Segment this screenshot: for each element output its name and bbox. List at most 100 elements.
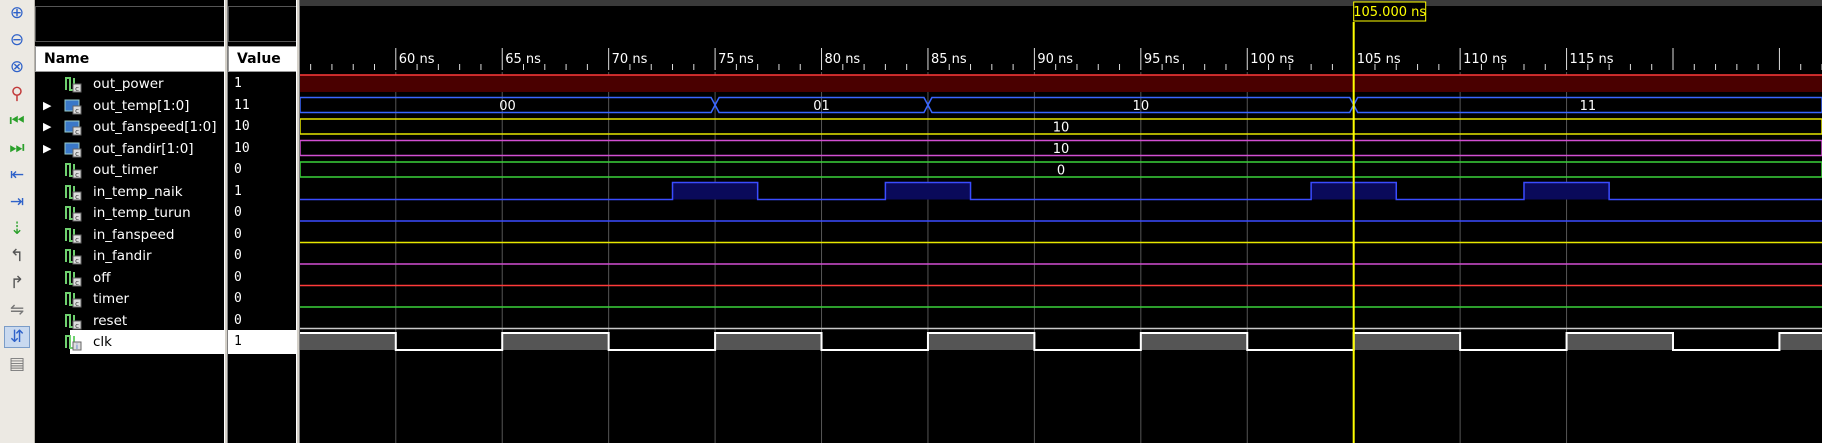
go-to-end-button[interactable]: ⏭ xyxy=(4,137,30,159)
bit-signal-icon: c xyxy=(63,269,83,287)
signal-row-out-temp[interactable]: ▶ c out_temp[1:0] xyxy=(35,94,226,118)
svg-text:c: c xyxy=(75,193,79,201)
signal-name-label: timer xyxy=(93,291,130,307)
tick-label: 85 ns xyxy=(931,52,967,67)
svg-text:c: c xyxy=(75,214,79,222)
tick-label: 90 ns xyxy=(1037,52,1073,67)
tick-label: 100 ns xyxy=(1250,52,1294,67)
add-marker-button[interactable]: ⇣ xyxy=(4,218,30,240)
swap-cursors-icon: ⇋ xyxy=(9,300,25,320)
previous-marker-icon: ↰ xyxy=(9,246,25,266)
expand-arrow-icon[interactable]: ▶ xyxy=(43,94,51,118)
signal-row-timer[interactable]: c timer xyxy=(35,287,226,311)
go-to-start-icon: ⏮ xyxy=(9,111,25,131)
previous-transition-icon: ⇤ xyxy=(9,165,25,185)
signal-value-timer[interactable]: 0 xyxy=(228,287,298,311)
signal-value-out-timer[interactable]: 0 xyxy=(228,158,298,182)
svg-text:i: i xyxy=(76,343,78,351)
signal-row-out-power[interactable]: c out_power xyxy=(35,72,226,96)
bus-signal-icon: c xyxy=(63,140,83,158)
high-level-fill xyxy=(502,333,609,350)
add-marker-icon: ⇣ xyxy=(9,219,25,239)
svg-text:c: c xyxy=(75,236,79,244)
signal-value-out-fandir[interactable]: 10 xyxy=(228,137,298,161)
signal-value-out-power[interactable]: 1 xyxy=(228,72,298,96)
zoom-out-icon: ⊖ xyxy=(9,30,25,50)
signal-value-in-temp-naik[interactable]: 1 xyxy=(228,180,298,204)
bit-signal-icon: c xyxy=(63,204,83,222)
svg-text:c: c xyxy=(75,322,79,330)
next-transition-button[interactable]: ⇥ xyxy=(4,191,30,213)
swap-cursors-button[interactable]: ⇋ xyxy=(4,299,30,321)
previous-marker-button[interactable]: ↰ xyxy=(4,245,30,267)
signal-value-reset[interactable]: 0 xyxy=(228,309,298,333)
value-column-header[interactable]: Value xyxy=(228,46,298,72)
signal-value-clk[interactable]: 1 xyxy=(228,330,298,354)
high-level-fill xyxy=(715,333,822,350)
zoom-in-button[interactable]: ⊕ xyxy=(4,2,30,24)
signal-row-in-temp-turun[interactable]: c in_temp_turun xyxy=(35,201,226,225)
bit-signal-icon: c xyxy=(63,290,83,308)
signal-value-in-fanspeed[interactable]: 0 xyxy=(228,223,298,247)
bus-value-label: 10 xyxy=(1053,121,1070,136)
bus-signal-icon: c xyxy=(63,118,83,136)
go-to-start-button[interactable]: ⏮ xyxy=(4,110,30,132)
tick-label: 75 ns xyxy=(718,52,754,67)
go-to-end-icon: ⏭ xyxy=(9,138,25,158)
zoom-fit-icon: ⊗ xyxy=(9,57,25,77)
snap-to-transition-button[interactable]: ⇵ xyxy=(4,326,30,348)
tick-label: 70 ns xyxy=(612,52,648,67)
svg-text:c: c xyxy=(75,300,79,308)
previous-transition-button[interactable]: ⇤ xyxy=(4,164,30,186)
signal-row-off[interactable]: c off xyxy=(35,266,226,290)
signal-value-in-fandir[interactable]: 0 xyxy=(228,244,298,268)
tick-label: 60 ns xyxy=(399,52,435,67)
value-pane-header-band xyxy=(228,6,298,42)
signal-name-label: in_fanspeed xyxy=(93,226,175,243)
signal-row-out-fanspeed[interactable]: ▶ c out_fanspeed[1:0] xyxy=(35,115,226,139)
bus-signal-icon: c xyxy=(63,97,83,115)
high-level-fill xyxy=(300,75,1822,92)
cursor-time-label: 105.000 ns xyxy=(1353,5,1426,20)
signal-row-in-fanspeed[interactable]: c in_fanspeed xyxy=(35,223,226,247)
svg-text:c: c xyxy=(75,128,79,136)
next-transition-icon: ⇥ xyxy=(9,192,25,212)
bus-value-label: 0 xyxy=(1057,164,1065,179)
signal-value-in-temp-turun[interactable]: 0 xyxy=(228,201,298,225)
high-level-fill xyxy=(1353,333,1461,350)
expand-arrow-icon[interactable]: ▶ xyxy=(43,115,51,139)
tick-label: 65 ns xyxy=(505,52,541,67)
bus-value-label: 10 xyxy=(1053,142,1070,157)
high-level-fill xyxy=(885,182,971,200)
high-level-fill xyxy=(1779,333,1822,350)
waveform-canvas[interactable]: 60 ns 65 ns 70 ns 75 ns 80 ns 85 ns 90 ns 95 ns… xyxy=(300,0,1822,443)
signal-name-label: out_power xyxy=(93,76,164,92)
signal-row-out-timer[interactable]: c out_timer xyxy=(35,158,226,182)
signal-value-out-temp[interactable]: 11 xyxy=(228,94,298,118)
zoom-out-button[interactable]: ⊖ xyxy=(4,29,30,51)
svg-text:c: c xyxy=(75,85,79,93)
bit-signal-icon: c xyxy=(63,247,83,265)
signal-value-off[interactable]: 0 xyxy=(228,266,298,290)
waveform-out-power[interactable] xyxy=(300,74,1822,92)
expand-arrow-icon[interactable]: ▶ xyxy=(43,137,51,161)
signal-name-label: off xyxy=(93,269,111,286)
tick-label: 110 ns xyxy=(1463,52,1507,67)
tick-label: 95 ns xyxy=(1144,52,1180,67)
zoom-full-button[interactable]: ⚲ xyxy=(4,83,30,105)
zoom-fit-button[interactable]: ⊗ xyxy=(4,56,30,78)
signal-value-out-fanspeed[interactable]: 10 xyxy=(228,115,298,139)
signal-row-in-temp-naik[interactable]: c in_temp_naik xyxy=(35,180,226,204)
signal-row-clk[interactable]: i clk xyxy=(65,330,226,354)
time-ruler[interactable]: 60 ns 65 ns 70 ns 75 ns 80 ns 85 ns 90 ns 95 ns… xyxy=(310,48,1822,70)
signal-row-reset[interactable]: c reset xyxy=(35,309,226,333)
signal-row-out-fandir[interactable]: ▶ c out_fandir[1:0] xyxy=(35,137,226,161)
signal-row-in-fandir[interactable]: c in_fandir xyxy=(35,244,226,268)
name-column-header[interactable]: Name xyxy=(35,46,226,72)
bit-signal-icon: c xyxy=(63,226,83,244)
high-level-fill xyxy=(300,333,396,350)
float-ruler-button[interactable]: ▤ xyxy=(4,353,30,375)
next-marker-icon: ↱ xyxy=(9,273,25,293)
high-level-fill xyxy=(1140,333,1248,350)
next-marker-button[interactable]: ↱ xyxy=(4,272,30,294)
